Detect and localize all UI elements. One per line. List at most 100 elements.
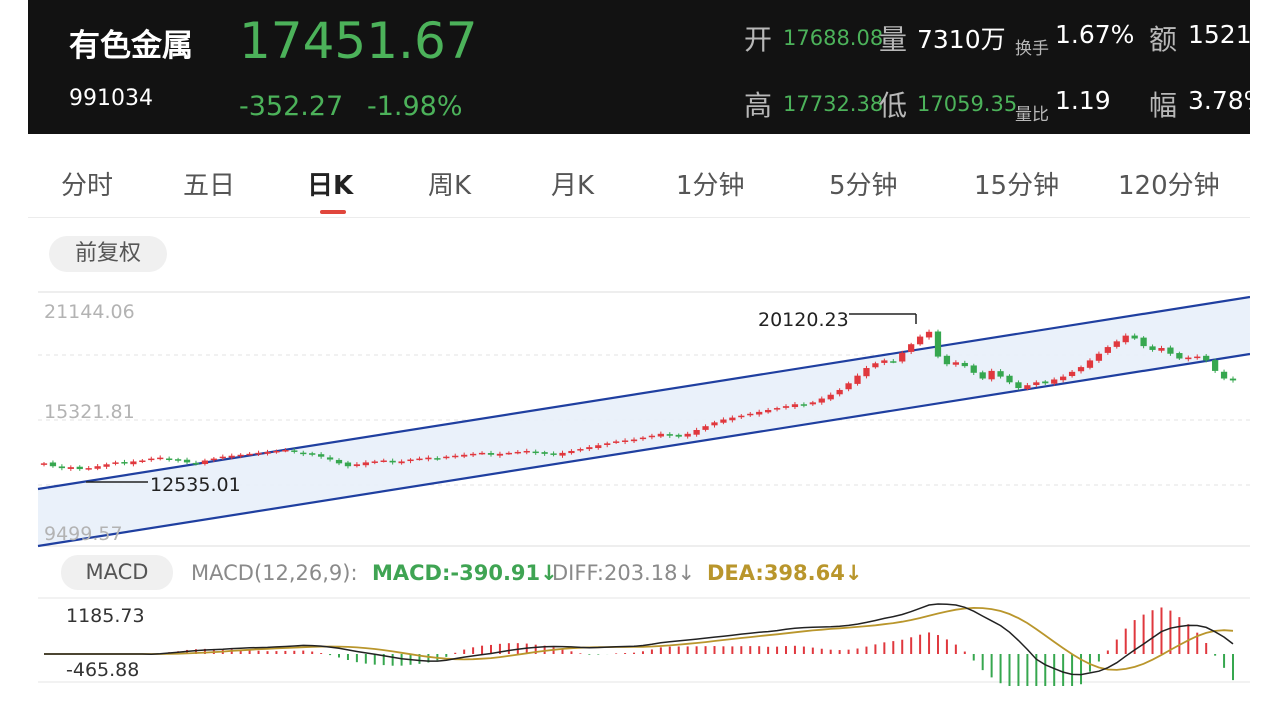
candle-body (711, 422, 718, 426)
left-margin (0, 0, 28, 715)
open-value: 17688.08 (783, 26, 884, 50)
candle-body (309, 453, 316, 455)
tab-five-day[interactable]: 五日 (183, 165, 235, 202)
tab-daily-k[interactable]: 日K (307, 165, 353, 202)
candle-body (344, 462, 352, 467)
candle-body (514, 451, 521, 454)
high-value: 17732.38 (783, 92, 884, 116)
tab-5-minute[interactable]: 5分钟 (829, 165, 898, 202)
active-tab-indicator (320, 210, 346, 214)
candle-body (720, 419, 727, 423)
trend-channel-upper (37, 295, 1250, 491)
candle-body (58, 466, 66, 469)
tab-monthly-k[interactable]: 月K (551, 165, 594, 202)
trend-channel-lower (37, 352, 1250, 548)
candle-body (282, 450, 289, 452)
candle-body (255, 452, 262, 455)
candle-body (648, 435, 656, 438)
candle-body (139, 460, 146, 462)
candle-body (1024, 385, 1031, 389)
candle-body (773, 408, 781, 410)
candle-body (380, 460, 387, 462)
index-code: 991034 (69, 86, 153, 111)
candle-body (201, 460, 209, 465)
quote-header: 有色金属 991034 17451.67 -352.27 -1.98% 开 17… (28, 0, 1250, 134)
candle-body (684, 433, 691, 437)
low-label: 低 (879, 89, 908, 122)
candle-body (130, 461, 137, 465)
candle-body (738, 415, 745, 418)
candle-body (1122, 335, 1129, 343)
candle-body (1033, 382, 1040, 386)
candle-body (925, 331, 933, 338)
macd-indicator-button[interactable]: MACD (61, 555, 173, 590)
candle-body (469, 453, 477, 456)
tab-15-minute[interactable]: 15分钟 (974, 165, 1059, 202)
kline-chart: 21144.06 15321.81 9499.57 20120.23 12535… (37, 291, 1250, 548)
candle-body (326, 457, 334, 460)
candle-body (693, 429, 700, 435)
candle-body (523, 450, 530, 453)
macd-chart: 1185.73 -465.88 (38, 597, 1250, 686)
candle-body (791, 404, 799, 408)
trend-channel-fill (38, 297, 1250, 546)
candle-body (505, 452, 513, 455)
candle-body (398, 461, 405, 464)
candle-body (478, 452, 486, 455)
tab-weekly-k[interactable]: 周K (428, 165, 471, 202)
candle-body (487, 453, 495, 455)
candle-body (988, 370, 995, 380)
candle-body (174, 459, 182, 461)
candle-body (639, 437, 647, 440)
candle-body (559, 452, 566, 456)
candle-body (362, 462, 369, 466)
price-change: -352.27 (239, 91, 344, 122)
tab-intraday[interactable]: 分时 (61, 165, 113, 202)
candle-body (76, 466, 83, 470)
candle-body (952, 362, 959, 365)
candle-body (782, 406, 790, 408)
volume-value: 7310万 (917, 25, 1006, 54)
adjust-price-button[interactable]: 前复权 (49, 236, 167, 272)
candle-body (657, 433, 664, 437)
candle-body (496, 453, 504, 456)
candle-body (425, 457, 432, 460)
candle-body (389, 460, 396, 463)
high-label: 高 (744, 89, 773, 122)
candle-body (800, 404, 808, 406)
candle-body (532, 451, 539, 454)
candle-body (1015, 382, 1022, 389)
candle-body (1220, 371, 1228, 379)
candle-body (809, 402, 816, 405)
candle-body (836, 389, 843, 395)
candle-body (318, 454, 325, 457)
current-price: 17451.67 (239, 12, 478, 70)
tab-1-minute[interactable]: 1分钟 (676, 165, 745, 202)
candle-body (1060, 376, 1067, 381)
candle-body (461, 454, 468, 457)
candle-body (970, 365, 977, 373)
candle-body (192, 462, 200, 465)
y-tick-mid: 15321.81 (44, 401, 135, 423)
candle-body (890, 361, 897, 363)
tab-120-minute[interactable]: 120分钟 (1118, 165, 1220, 202)
candle-body (899, 352, 906, 362)
candle-body (300, 452, 307, 455)
candle-body (1176, 353, 1183, 359)
candle-body (961, 362, 968, 367)
candle-body (613, 441, 620, 443)
turnover-label: 换手 (1015, 39, 1049, 59)
dea-value: DEA:398.64↓ (707, 561, 863, 585)
candle-body (443, 456, 450, 459)
candle-body (1095, 353, 1103, 361)
y-tick-bottom: 9499.57 (44, 523, 123, 545)
candle-body (67, 467, 74, 469)
candle-body (371, 461, 378, 463)
candle-body (916, 336, 924, 345)
diff-value: DIFF:203.18↓ (552, 561, 696, 585)
y-tick-top: 21144.06 (44, 301, 135, 323)
candle-body (219, 456, 226, 459)
candle-body (40, 463, 48, 465)
candle-body (112, 462, 119, 464)
period-tabs: 分时 五日 日K 周K 月K 1分钟 5分钟 15分钟 120分钟 (28, 147, 1250, 218)
